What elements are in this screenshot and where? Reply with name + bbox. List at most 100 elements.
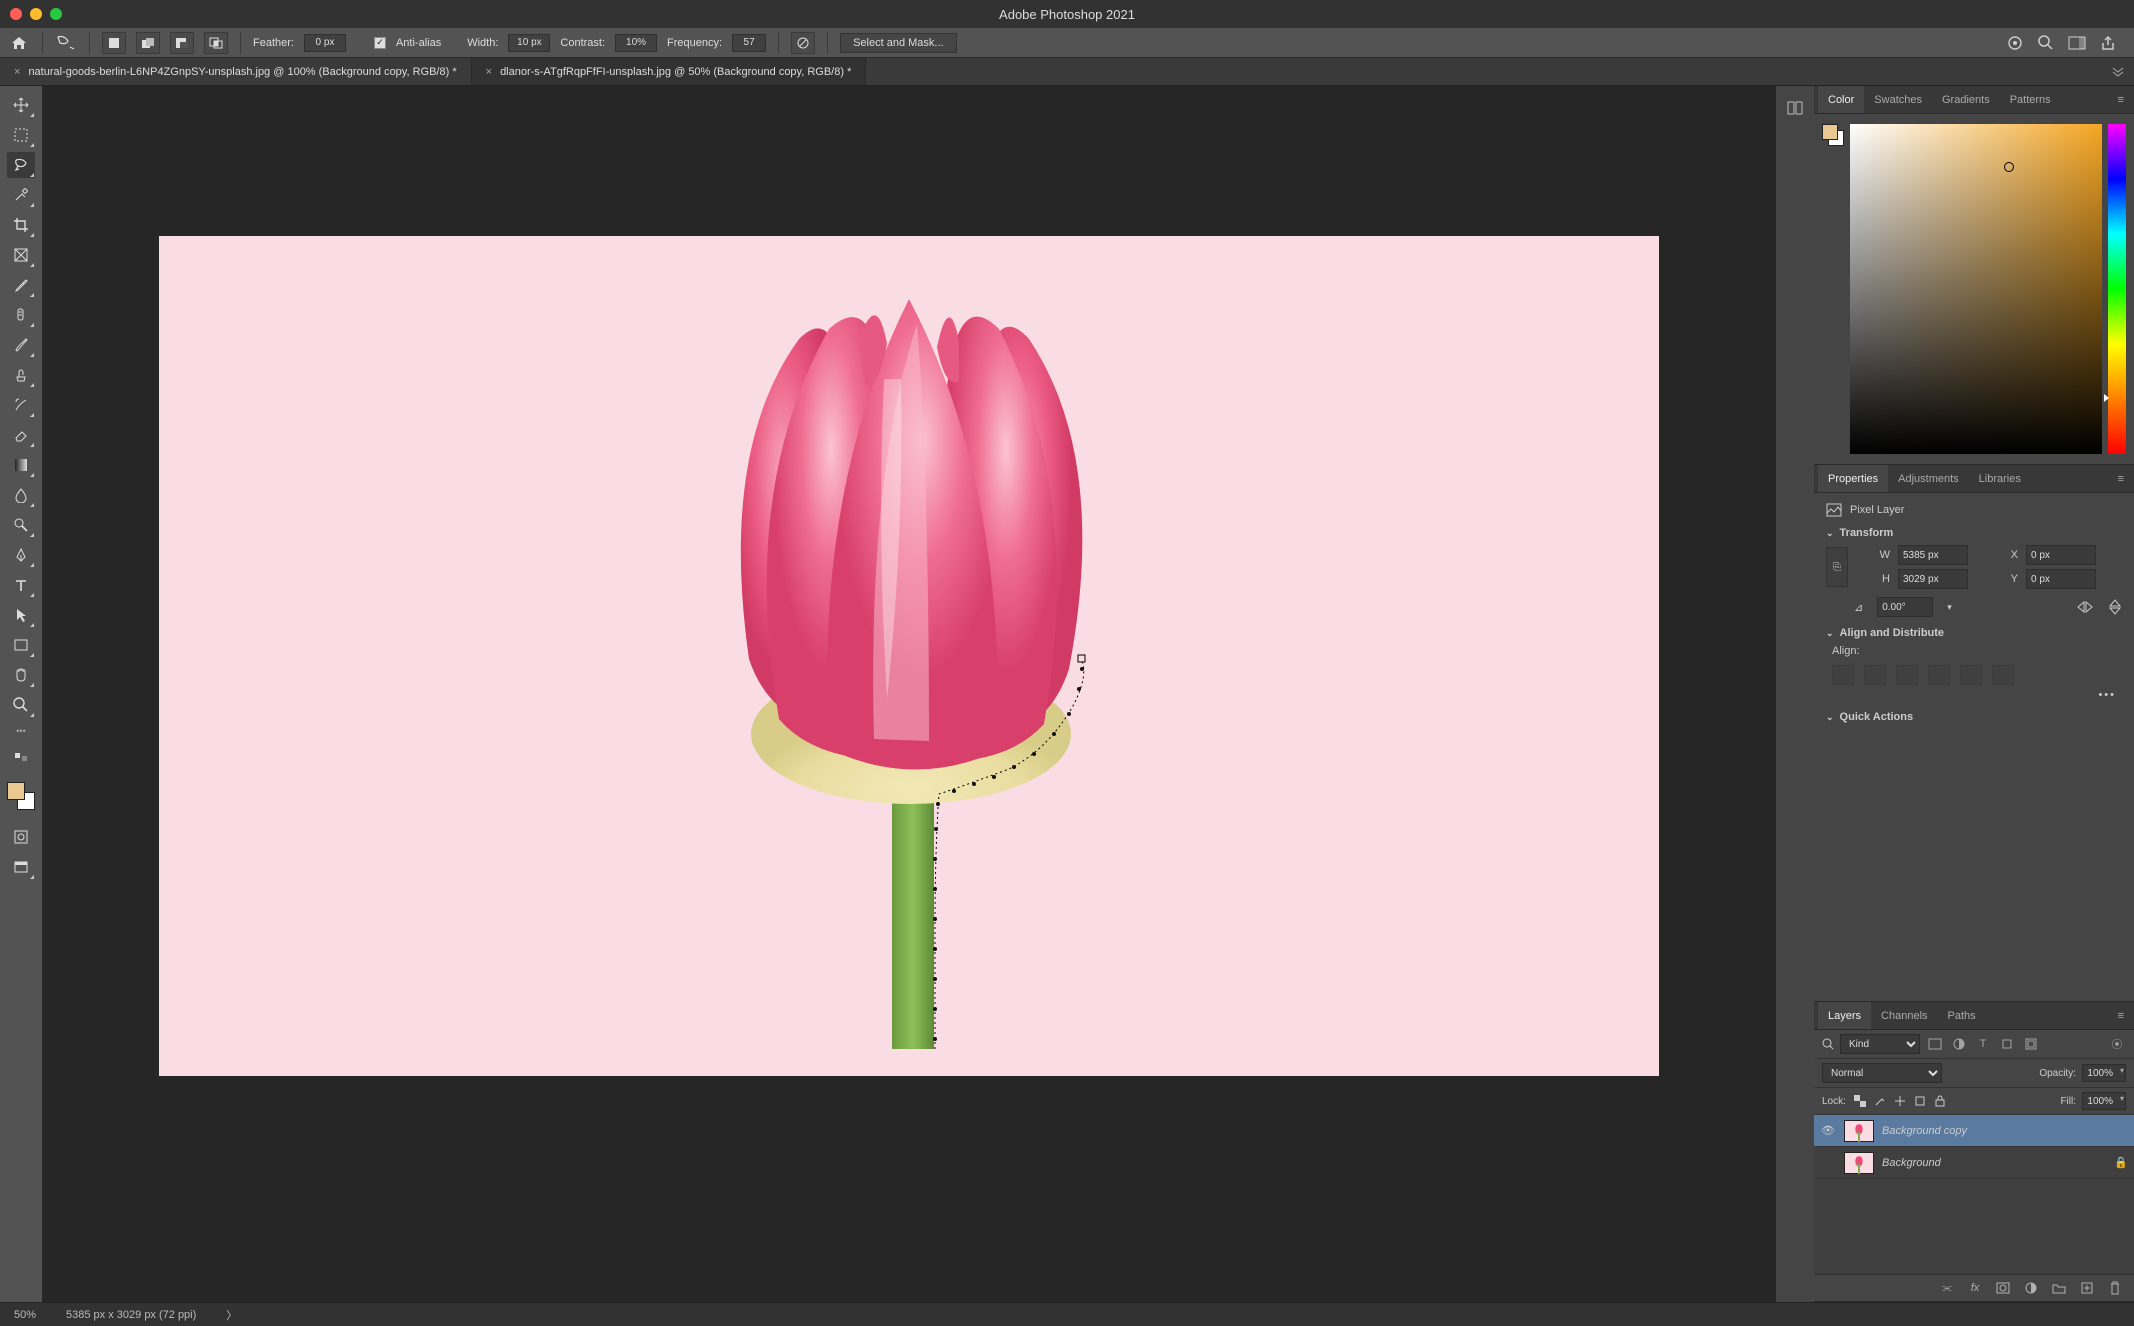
layer-thumbnail[interactable] — [1844, 1120, 1874, 1142]
libraries-tab[interactable]: Libraries — [1969, 465, 2031, 492]
y-input[interactable] — [2026, 569, 2096, 589]
edit-toolbar-icon[interactable] — [7, 744, 35, 770]
gradient-tool-icon[interactable] — [7, 452, 35, 478]
blend-mode-select[interactable]: Normal — [1822, 1063, 1942, 1083]
pen-tool-icon[interactable] — [7, 542, 35, 568]
visibility-icon[interactable]: 👁 — [1820, 1124, 1836, 1137]
lock-pixels-icon[interactable] — [1872, 1093, 1888, 1109]
subtract-selection-icon[interactable] — [170, 32, 194, 54]
delete-layer-icon[interactable] — [2106, 1279, 2124, 1297]
transform-section-header[interactable]: ⌄Transform — [1826, 527, 2122, 539]
lock-transparency-icon[interactable] — [1852, 1093, 1868, 1109]
eyedropper-tool-icon[interactable] — [7, 272, 35, 298]
angle-dropdown-icon[interactable]: ▾ — [1947, 602, 1952, 613]
panel-menu-icon[interactable]: ≡ — [2112, 94, 2130, 106]
hue-slider[interactable] — [2108, 124, 2126, 454]
new-layer-icon[interactable] — [2078, 1279, 2096, 1297]
feather-input[interactable] — [304, 34, 346, 52]
close-tab-icon[interactable]: × — [486, 66, 492, 78]
filter-search-icon[interactable] — [1822, 1038, 1834, 1050]
path-selection-tool-icon[interactable] — [7, 602, 35, 628]
brush-tool-icon[interactable] — [7, 332, 35, 358]
flip-vertical-icon[interactable] — [2108, 598, 2122, 616]
width-input[interactable] — [508, 34, 550, 52]
canvas-area[interactable] — [42, 86, 1776, 1302]
panel-menu-icon[interactable]: ≡ — [2112, 1010, 2130, 1022]
history-brush-tool-icon[interactable] — [7, 392, 35, 418]
eraser-tool-icon[interactable] — [7, 422, 35, 448]
more-options-icon[interactable]: ••• — [1826, 689, 2122, 701]
x-input[interactable] — [2026, 545, 2096, 565]
dodge-tool-icon[interactable] — [7, 512, 35, 538]
screen-mode-icon[interactable] — [7, 854, 35, 880]
filter-type-icon[interactable]: T — [1974, 1035, 1992, 1053]
align-center-h-icon[interactable] — [1864, 665, 1886, 685]
new-selection-icon[interactable] — [102, 32, 126, 54]
maximize-window[interactable] — [50, 8, 62, 20]
filter-pixel-icon[interactable] — [1926, 1035, 1944, 1053]
rectangle-tool-icon[interactable] — [7, 632, 35, 658]
link-dimensions-icon[interactable]: ⎘ — [1826, 547, 1848, 587]
layer-fx-icon[interactable]: fx — [1966, 1279, 1984, 1297]
layer-item[interactable]: Background 🔒 — [1814, 1147, 2134, 1179]
add-selection-icon[interactable] — [136, 32, 160, 54]
blur-tool-icon[interactable] — [7, 482, 35, 508]
layers-tab[interactable]: Layers — [1818, 1002, 1871, 1029]
filter-shape-icon[interactable] — [1998, 1035, 2016, 1053]
anti-alias-checkbox[interactable]: ✓ — [374, 37, 386, 49]
minimize-window[interactable] — [30, 8, 42, 20]
status-chevron-icon[interactable]: 〉 — [226, 1307, 237, 1323]
height-input[interactable] — [1898, 569, 1968, 589]
frame-tool-icon[interactable] — [7, 242, 35, 268]
intersect-selection-icon[interactable] — [204, 32, 228, 54]
crop-tool-icon[interactable] — [7, 212, 35, 238]
select-and-mask-button[interactable]: Select and Mask... — [840, 33, 957, 53]
lock-artboard-icon[interactable] — [1912, 1093, 1928, 1109]
search-icon[interactable] — [2038, 35, 2054, 51]
quick-actions-header[interactable]: ⌄Quick Actions — [1826, 711, 2122, 723]
share-icon[interactable] — [2100, 35, 2116, 51]
quick-selection-tool-icon[interactable] — [7, 182, 35, 208]
home-icon[interactable] — [8, 32, 30, 54]
tab-overflow-icon[interactable] — [2102, 58, 2134, 85]
type-tool-icon[interactable] — [7, 572, 35, 598]
healing-brush-tool-icon[interactable] — [7, 302, 35, 328]
workspace-icon[interactable] — [2068, 36, 2086, 50]
marquee-tool-icon[interactable] — [7, 122, 35, 148]
move-tool-icon[interactable] — [7, 92, 35, 118]
frequency-input[interactable] — [732, 34, 766, 52]
width-input[interactable] — [1898, 545, 1968, 565]
align-section-header[interactable]: ⌄Align and Distribute — [1826, 627, 2122, 639]
lock-all-icon[interactable] — [1932, 1093, 1948, 1109]
close-tab-icon[interactable]: × — [14, 66, 20, 78]
paths-tab[interactable]: Paths — [1938, 1002, 1986, 1029]
doc-info[interactable]: 5385 px x 3029 px (72 ppi) — [66, 1309, 196, 1321]
align-center-v-icon[interactable] — [1960, 665, 1982, 685]
opacity-input[interactable] — [2082, 1064, 2126, 1082]
filter-toggle-icon[interactable]: ⦿ — [2108, 1035, 2126, 1053]
color-field[interactable] — [1850, 124, 2102, 454]
zoom-level[interactable]: 50% — [14, 1309, 36, 1321]
layer-name[interactable]: Background — [1882, 1157, 1941, 1169]
tool-preset-picker[interactable] — [55, 32, 77, 54]
align-right-icon[interactable] — [1896, 665, 1918, 685]
pen-pressure-icon[interactable] — [791, 32, 815, 54]
layer-item[interactable]: 👁 Background copy — [1814, 1115, 2134, 1147]
fill-input[interactable] — [2082, 1092, 2126, 1110]
contrast-input[interactable] — [615, 34, 657, 52]
color-swatches[interactable] — [7, 782, 35, 810]
channels-tab[interactable]: Channels — [1871, 1002, 1937, 1029]
adjustment-layer-icon[interactable] — [2022, 1279, 2040, 1297]
close-window[interactable] — [10, 8, 22, 20]
filter-adjustment-icon[interactable] — [1950, 1035, 1968, 1053]
panel-menu-icon[interactable]: ≡ — [2112, 473, 2130, 485]
swatches-tab[interactable]: Swatches — [1864, 86, 1932, 113]
foreground-background-swatch[interactable] — [1822, 124, 1844, 146]
quick-mask-icon[interactable] — [7, 824, 35, 850]
align-bottom-icon[interactable] — [1992, 665, 2014, 685]
flip-horizontal-icon[interactable] — [2076, 600, 2094, 614]
layer-name[interactable]: Background copy — [1882, 1125, 1967, 1137]
hand-tool-icon[interactable] — [7, 662, 35, 688]
align-left-icon[interactable] — [1832, 665, 1854, 685]
document-tab[interactable]: × dlanor-s-ATgfRqpFfFI-unsplash.jpg @ 50… — [472, 58, 867, 85]
